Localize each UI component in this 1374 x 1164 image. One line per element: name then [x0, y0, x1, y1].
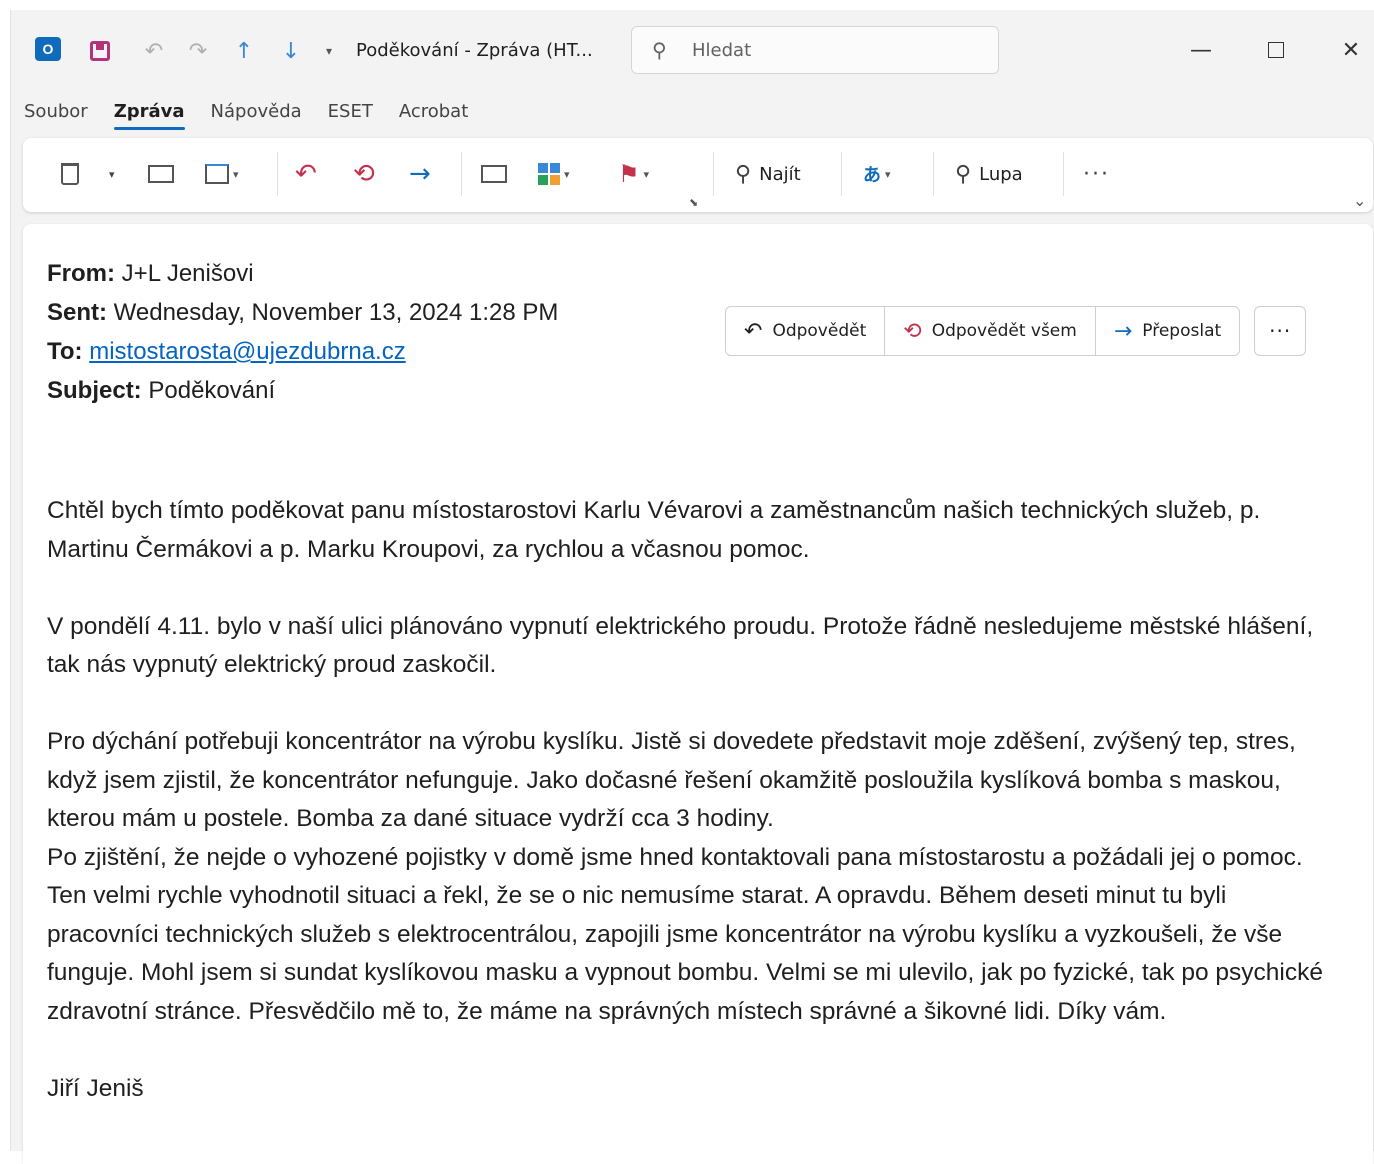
search-icon: ⚲: [735, 161, 752, 187]
tab-zprava[interactable]: Zpráva: [101, 96, 198, 132]
reply-button-group: ↶ Odpovědět ⟲ Odpovědět všem → Přeposlat: [725, 306, 1241, 356]
chevron-down-icon: ▾: [233, 167, 239, 181]
find-label: Najít: [759, 163, 801, 185]
close-button[interactable]: ✕: [1331, 34, 1371, 66]
sent-value: Wednesday, November 13, 2024 1:28 PM: [113, 299, 559, 326]
message-body: Chtěl bych tímto poděkovat panu místosta…: [47, 492, 1337, 1108]
toolbar-divider: [933, 152, 934, 196]
window-title: Poděkování - Zpráva (HT...: [356, 40, 593, 61]
zoom-label: Lupa: [979, 163, 1023, 185]
reply-button[interactable]: ↶ Odpovědět: [726, 307, 886, 355]
apps-icon[interactable]: ▾: [538, 154, 570, 194]
delete-icon[interactable]: [61, 154, 79, 194]
move-icon[interactable]: ▾: [205, 154, 239, 194]
rules-icon[interactable]: [481, 154, 507, 194]
reply-all-button[interactable]: ⟲ Odpovědět všem: [885, 307, 1096, 355]
body-paragraph-2: V pondělí 4.11. bylo v naší ulici plánov…: [47, 612, 1314, 679]
body-paragraph-1: Chtěl bych tímto poděkovat panu místosta…: [47, 497, 1261, 563]
forward-icon: →: [1113, 318, 1133, 344]
subject-label: Subject:: [47, 377, 142, 404]
forward-button[interactable]: → Přeposlat: [1096, 307, 1239, 355]
tab-acrobat[interactable]: Acrobat: [386, 96, 481, 132]
sent-label: Sent:: [47, 299, 107, 326]
save-icon[interactable]: [87, 36, 113, 66]
toolbar-divider: [461, 152, 462, 196]
to-line: To: mistostarosta@ujezdubrna.cz: [47, 332, 558, 371]
tab-napoveda[interactable]: Nápověda: [198, 96, 315, 132]
redo-icon[interactable]: ↷: [183, 36, 213, 66]
flag-icon[interactable]: ⚑ ▾: [618, 154, 649, 194]
tab-eset[interactable]: ESET: [315, 96, 386, 132]
reply-label: Odpovědět: [772, 321, 867, 341]
chevron-down-icon: ▾: [885, 167, 891, 181]
body-paragraph-3: Pro dýchání potřebuji koncentrátor na vý…: [47, 728, 1296, 832]
more-actions-button[interactable]: ···: [1254, 306, 1307, 356]
signature: Jiří Jeniš: [47, 1074, 144, 1102]
outlook-app-icon: O: [35, 37, 65, 61]
reply-icon: ↶: [744, 318, 763, 344]
from-line: From: J+L Jenišovi: [47, 254, 558, 293]
ribbon-tabs: Soubor Zpráva Nápověda ESET Acrobat: [11, 96, 481, 132]
undo-icon[interactable]: ↶: [139, 36, 169, 66]
ribbon-toolbar: ▾ ▾ ↶ ⟲ → ▾ ⚑ ▾ ⬊ ⚲ Najít あ ▾ ⚲ Lupa ··· ⌄: [23, 138, 1373, 212]
magnifier-icon: ⚲: [955, 161, 972, 187]
sent-line: Sent: Wednesday, November 13, 2024 1:28 …: [47, 293, 558, 332]
reply-all-icon: ⟲: [903, 318, 922, 344]
toolbar-divider: [713, 152, 714, 196]
chevron-down-icon: ▾: [643, 167, 650, 181]
subject-line: Subject: Poděkování: [47, 371, 558, 410]
customize-quick-access-icon[interactable]: ▾: [319, 36, 339, 66]
maximize-button[interactable]: [1256, 34, 1296, 66]
to-email-link[interactable]: mistostarosta@ujezdubrna.cz: [89, 338, 406, 365]
search-input[interactable]: [690, 38, 974, 62]
find-button[interactable]: ⚲ Najít: [735, 154, 801, 194]
reply-all-icon[interactable]: ⟲: [353, 154, 375, 194]
zoom-button[interactable]: ⚲ Lupa: [955, 154, 1023, 194]
subject-value: Poděkování: [148, 377, 276, 404]
next-item-icon[interactable]: ↓: [276, 36, 306, 66]
message-actions: ↶ Odpovědět ⟲ Odpovědět všem → Přeposlat ··…: [725, 306, 1307, 356]
from-value: J+L Jenišovi: [121, 260, 254, 287]
toolbar-divider: [841, 152, 842, 196]
search-icon: ⚲: [652, 38, 667, 62]
reply-icon[interactable]: ↶: [295, 154, 317, 194]
ribbon-collapse-chevron-icon[interactable]: ⌄: [1353, 180, 1366, 220]
archive-icon[interactable]: [148, 154, 174, 194]
reply-all-label: Odpovědět všem: [931, 321, 1077, 341]
outlook-message-window: O ↶ ↷ ↑ ↓ ▾ Poděkování - Zpráva (HT... ⚲…: [10, 10, 1374, 1164]
title-bar: O ↶ ↷ ↑ ↓ ▾ Poděkování - Zpráva (HT... ⚲…: [11, 10, 1374, 90]
tab-soubor[interactable]: Soubor: [11, 96, 101, 132]
group-launcher-icon[interactable]: ⬊: [689, 182, 698, 222]
delete-dropdown-icon[interactable]: ▾: [109, 154, 115, 194]
toolbar-divider: [277, 152, 278, 196]
search-box[interactable]: ⚲: [631, 26, 999, 74]
previous-item-icon[interactable]: ↑: [229, 36, 259, 66]
minimize-button[interactable]: —: [1181, 34, 1221, 66]
from-label: From:: [47, 260, 115, 287]
forward-label: Přeposlat: [1142, 321, 1222, 341]
message-header: From: J+L Jenišovi Sent: Wednesday, Nove…: [47, 254, 558, 410]
translate-icon[interactable]: あ ▾: [863, 154, 891, 194]
message-reading-pane: From: J+L Jenišovi Sent: Wednesday, Nove…: [23, 224, 1373, 1164]
to-label: To:: [47, 338, 83, 365]
toolbar-divider: [1063, 152, 1064, 196]
forward-icon[interactable]: →: [409, 154, 431, 194]
more-commands-icon[interactable]: ···: [1083, 154, 1110, 194]
body-paragraph-4: Po zjištění, že nejde o vyhozené pojistk…: [47, 843, 1323, 1025]
chevron-down-icon: ▾: [564, 167, 570, 181]
